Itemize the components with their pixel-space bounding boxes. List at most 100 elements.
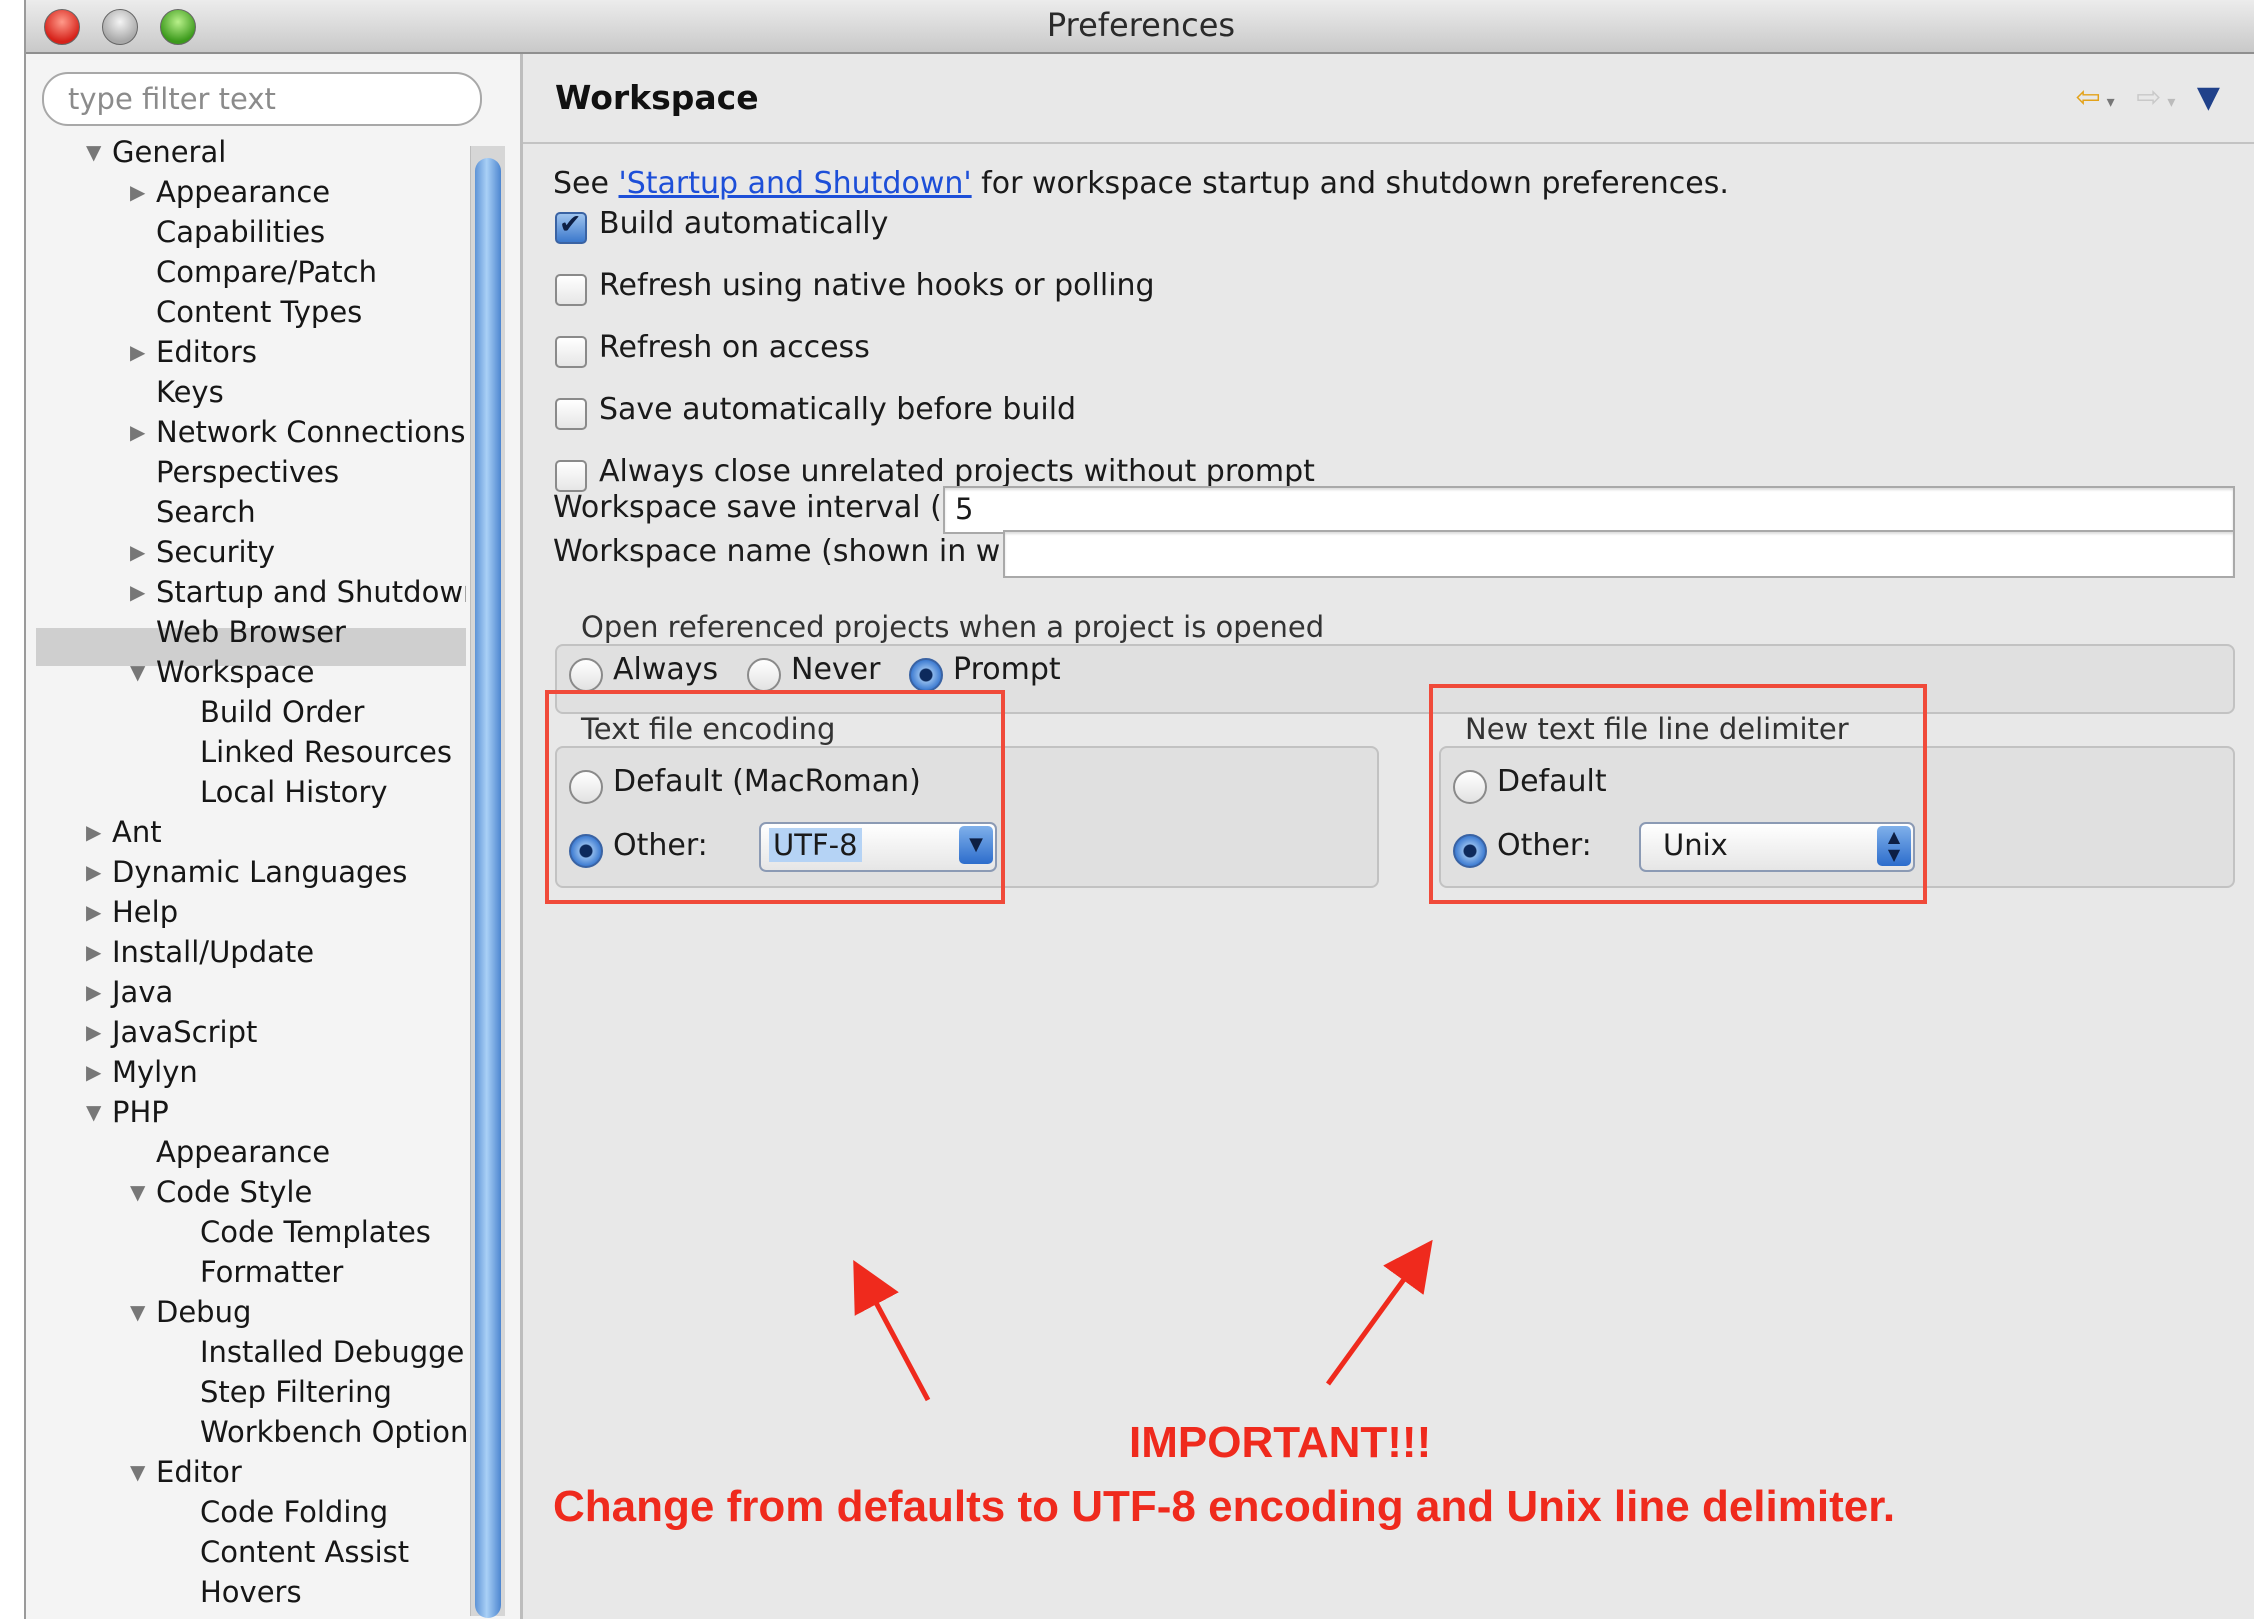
tree-item-label: Build Order [200, 695, 365, 729]
collapsed-triangle-icon[interactable]: ▶ [86, 972, 101, 1012]
tree-item[interactable]: Hovers [200, 1572, 302, 1612]
tree-item[interactable]: ▼ Code Style [130, 1172, 313, 1212]
collapsed-triangle-icon[interactable]: ▶ [86, 812, 101, 852]
tree-item[interactable]: ▶ Ant [86, 812, 162, 852]
preferences-window: Preferences type filter text ▼ General ▶ Ap… [24, 0, 2254, 1619]
annotation-heading: IMPORTANT!!! [1129, 1418, 1432, 1467]
annotation-arrows [853, 1239, 1433, 1402]
preference-page: Workspace ⇦▾ ⇨▾ ▼ See 'Startup and Shutd… [523, 54, 2254, 1619]
tree-item[interactable]: ▼ Editor [130, 1452, 242, 1492]
tree-item-label: Compare/Patch [156, 255, 377, 289]
tree-item[interactable]: Workbench Option: [200, 1412, 466, 1452]
tree-item-label: Content Assist [200, 1535, 410, 1569]
tree-item[interactable]: ▶ Install/Update [86, 932, 315, 972]
tree-item[interactable]: Perspectives [156, 452, 339, 492]
tree-item[interactable]: Formatter [200, 1252, 343, 1292]
tree-item-label: JavaScript [112, 1015, 258, 1049]
collapsed-triangle-icon[interactable]: ▶ [86, 1052, 101, 1092]
collapsed-triangle-icon[interactable]: ▶ [86, 932, 101, 972]
tree-item[interactable]: ▶ Network Connections [130, 412, 466, 452]
collapsed-triangle-icon[interactable]: ▶ [130, 532, 145, 572]
tree-item-label: Linked Resources [200, 735, 452, 769]
tree-item[interactable]: Step Filtering [200, 1372, 392, 1412]
tree-item[interactable]: Linked Resources [200, 732, 452, 772]
tree-item-label: Mylyn [112, 1055, 198, 1089]
tree-item-label: Help [112, 895, 179, 929]
tree-item-label: Appearance [156, 175, 331, 209]
filter-input[interactable]: type filter text [42, 72, 482, 126]
tree-item-label: Security [156, 535, 276, 569]
tree-item-label: Appearance [156, 1135, 331, 1169]
expanded-triangle-icon[interactable]: ▼ [130, 1292, 145, 1332]
tree-item-label: Web Browser [156, 615, 346, 649]
tree-item-label: Capabilities [156, 215, 326, 249]
tree-item-label: Keys [156, 375, 224, 409]
tree-item[interactable]: ▼ Debug [130, 1292, 252, 1332]
tree-item[interactable]: Capabilities [156, 212, 325, 252]
tree-item-label: Installed Debugger [200, 1335, 466, 1369]
tree-item-label: PHP [112, 1095, 169, 1129]
tree-item-label: Perspectives [156, 455, 340, 489]
tree-item[interactable]: Code Templates [200, 1212, 431, 1252]
collapsed-triangle-icon[interactable]: ▶ [130, 412, 145, 452]
tree-item-label: Editor [156, 1455, 242, 1489]
preference-tree: ▼ General ▶ Appearance Capabilities Compare/P… [26, 132, 466, 1612]
tree-item[interactable]: ▼ General [86, 132, 227, 172]
tree-item[interactable]: Search [156, 492, 256, 532]
tree-item-label: Java [112, 975, 174, 1009]
tree-item-label: Workspace [156, 655, 315, 689]
tree-item-label: Local History [200, 775, 388, 809]
tree-item[interactable]: ▶ Security [130, 532, 276, 572]
preference-tree-pane: type filter text ▼ General ▶ Appearance Capa… [26, 54, 523, 1619]
tree-item-label: Network Connections [156, 415, 466, 449]
collapsed-triangle-icon[interactable]: ▶ [130, 332, 145, 372]
tree-item[interactable]: ▶ Mylyn [86, 1052, 198, 1092]
tree-item[interactable]: ▶ Java [86, 972, 174, 1012]
tree-item[interactable]: ▶ Editors [130, 332, 257, 372]
tree-item-label: General [112, 135, 227, 169]
tree-item[interactable]: ▶ Startup and Shutdown [130, 572, 466, 612]
collapsed-triangle-icon[interactable]: ▶ [86, 852, 101, 892]
tree-item[interactable]: Code Folding [200, 1492, 388, 1532]
tree-item-label: Code Folding [200, 1495, 389, 1529]
expanded-triangle-icon[interactable]: ▼ [86, 1092, 101, 1132]
tree-item[interactable]: Content Types [156, 292, 362, 332]
tree-item[interactable]: Local History [200, 772, 388, 812]
tree-item-label: Workbench Option: [200, 1415, 466, 1449]
tree-item-label: Code Style [156, 1175, 313, 1209]
tree-item[interactable]: Compare/Patch [156, 252, 377, 292]
tree-item[interactable]: ▼ Workspace [130, 652, 315, 692]
expanded-triangle-icon[interactable]: ▼ [130, 1172, 145, 1212]
expanded-triangle-icon[interactable]: ▼ [130, 652, 145, 692]
tree-item[interactable]: ▼ PHP [86, 1092, 169, 1132]
tree-item-label: Dynamic Languages [112, 855, 408, 889]
tree-item-label: Step Filtering [200, 1375, 392, 1409]
arrow-to-delimiter [1325, 1239, 1433, 1386]
tree-item[interactable]: Keys [156, 372, 224, 412]
tree-item-label: Editors [156, 335, 257, 369]
expanded-triangle-icon[interactable]: ▼ [130, 1452, 145, 1492]
tree-item-label: Debug [156, 1295, 252, 1329]
collapsed-triangle-icon[interactable]: ▶ [130, 172, 145, 212]
tree-item-label: Search [156, 495, 256, 529]
tree-item[interactable]: ▶ Dynamic Languages [86, 852, 408, 892]
tree-item[interactable]: ▶ JavaScript [86, 1012, 258, 1052]
tree-item-label: Install/Update [112, 935, 315, 969]
expanded-triangle-icon[interactable]: ▼ [86, 132, 101, 172]
tree-item[interactable]: Content Assist [200, 1532, 409, 1572]
tree-item[interactable]: Appearance [156, 1132, 330, 1172]
tree-item[interactable]: Web Browser [156, 612, 346, 652]
tree-item[interactable]: Installed Debugger [200, 1332, 466, 1372]
tree-item[interactable]: ▶ Appearance [130, 172, 331, 212]
collapsed-triangle-icon[interactable]: ▶ [86, 892, 101, 932]
tree-item-label: Formatter [200, 1255, 344, 1289]
tree-item-label: Ant [112, 815, 162, 849]
tree-scrollbar[interactable] [470, 146, 505, 1618]
collapsed-triangle-icon[interactable]: ▶ [86, 1012, 101, 1052]
tree-item[interactable]: ▶ Help [86, 892, 179, 932]
tree-item-label: Code Templates [200, 1215, 431, 1249]
tree-item[interactable]: Build Order [200, 692, 364, 732]
arrow-to-encoding [853, 1259, 931, 1402]
collapsed-triangle-icon[interactable]: ▶ [130, 572, 145, 612]
scrollbar-thumb[interactable] [475, 158, 501, 1618]
